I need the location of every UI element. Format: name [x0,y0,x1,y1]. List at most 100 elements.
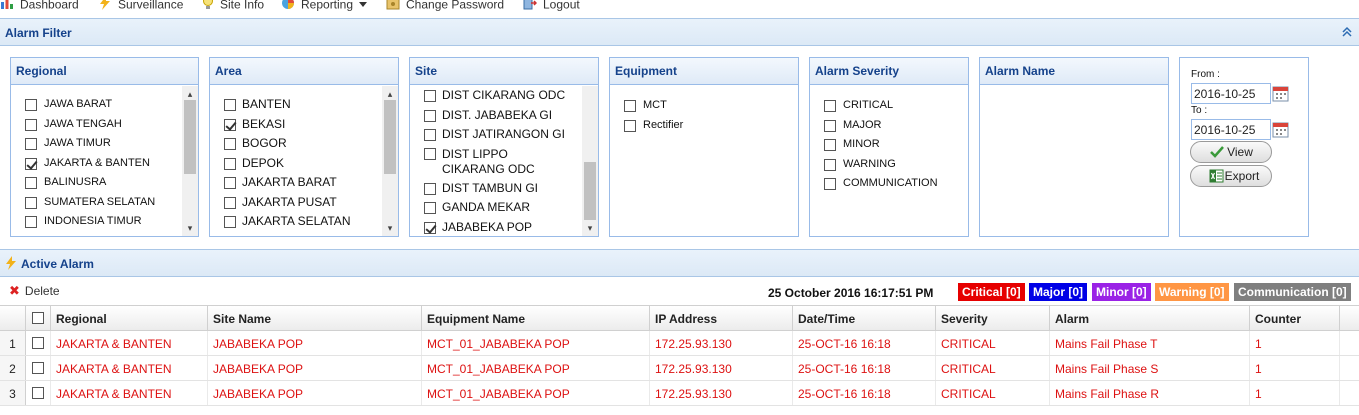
severity-checkbox[interactable] [824,100,836,112]
site-option[interactable]: DIST. JABABEKA GI [410,106,598,126]
area-option[interactable]: BANTEN [210,95,398,115]
site-option[interactable]: DIST CIKARANG ODC [410,86,598,106]
scroll-down-icon[interactable]: ▾ [186,224,194,233]
severity-option[interactable]: COMMUNICATION [810,174,968,194]
calendar-icon[interactable] [1272,121,1289,138]
nav-logout[interactable]: Logout [523,0,580,12]
equipment-checkbox[interactable] [624,119,636,132]
site-list[interactable]: DIST CIKARANG ODC DIST. JABABEKA GI DIST J… [410,86,598,236]
nav-site-info[interactable]: Site Info [202,0,264,12]
nav-surveillance[interactable]: Surveillance [98,0,183,12]
site-checkbox[interactable] [424,90,436,102]
area-checkbox[interactable] [224,138,236,150]
area-checkbox[interactable] [224,118,236,131]
from-date-input[interactable]: 2016-10-25 [1191,83,1271,104]
regional-checkbox[interactable] [25,157,37,170]
site-option[interactable]: DIST JATIRANGON GI [410,125,598,145]
site-checkbox[interactable] [424,109,436,122]
severity-option[interactable]: CRITICAL [810,96,968,116]
scroll-thumb[interactable] [184,100,196,174]
site-checkbox[interactable] [424,202,436,214]
area-checkbox[interactable] [224,216,236,228]
scroll-up-icon[interactable]: ▴ [386,90,394,99]
export-button[interactable]: Export [1190,165,1272,187]
site-option[interactable]: DIST TAMBUN GI [410,179,598,199]
row-select-checkbox[interactable] [32,362,44,374]
regional-option[interactable]: JAWA BARAT [11,95,198,115]
area-option[interactable]: BEKASI [210,115,398,135]
regional-scrollbar[interactable]: ▴ ▾ [182,86,198,236]
scroll-thumb[interactable] [384,100,396,174]
equipment-option[interactable]: Rectifier [610,116,798,136]
area-list[interactable]: BANTEN BEKASI BOGOR DEPOK JAKARTA BARAT JAKAR… [210,86,398,236]
equipment-list[interactable]: MCT Rectifier [610,86,798,236]
site-checkbox[interactable] [424,129,436,141]
regional-checkbox[interactable] [25,138,37,150]
to-date-input[interactable]: 2016-10-25 [1191,119,1271,140]
scroll-down-icon[interactable]: ▾ [386,224,394,233]
area-checkbox[interactable] [224,157,236,170]
area-option[interactable]: JAKARTA SELATAN [210,212,398,232]
row-select-checkbox[interactable] [32,337,44,349]
col-datetime-header[interactable]: Date/Time [793,306,936,331]
alarm-name-list[interactable] [980,86,1168,236]
regional-option[interactable]: SUMATERA SELATAN [11,193,198,213]
col-alarm-header[interactable]: Alarm [1050,306,1250,331]
nav-change-password[interactable]: Change Password [386,0,504,12]
view-button[interactable]: View [1190,141,1272,163]
regional-option[interactable]: JAKARTA & BANTEN [11,154,198,174]
col-counter-header[interactable]: Counter [1250,306,1340,331]
col-equipment-name-header[interactable]: Equipment Name [422,306,650,331]
calendar-icon[interactable] [1272,85,1289,102]
regional-checkbox[interactable] [25,99,37,111]
site-scrollbar[interactable]: ▾ [582,86,598,236]
col-severity-header[interactable]: Severity [936,306,1050,331]
collapse-chevron-icon[interactable] [1341,26,1353,38]
regional-option[interactable]: INDONESIA TIMUR [11,212,198,232]
regional-option[interactable]: BALINUSRA [11,173,198,193]
regional-list[interactable]: JAWA BARAT JAWA TENGAH JAWA TIMUR JAKARTA &… [11,86,198,236]
regional-checkbox[interactable] [25,118,37,131]
area-checkbox[interactable] [224,99,236,111]
regional-option[interactable]: JAWA TIMUR [11,134,198,154]
col-ip-address-header[interactable]: IP Address [650,306,793,331]
nav-dashboard[interactable]: Dashboard [0,0,79,12]
area-option[interactable]: BOGOR [210,134,398,154]
scroll-thumb[interactable] [584,162,596,220]
regional-option[interactable]: JAWA TENGAH [11,115,198,135]
site-option[interactable]: GANDA MEKAR [410,198,598,218]
severity-checkbox[interactable] [824,139,836,151]
severity-option[interactable]: WARNING [810,155,968,175]
site-option[interactable]: JABABEKA POP [410,218,598,237]
equipment-option[interactable]: MCT [610,96,798,116]
scroll-up-icon[interactable]: ▴ [186,90,194,99]
area-scrollbar[interactable]: ▴ ▾ [382,86,398,236]
area-option[interactable]: DEPOK [210,154,398,174]
regional-checkbox[interactable] [25,177,37,189]
col-regional-header[interactable]: Regional [51,306,208,331]
site-checkbox[interactable] [424,147,436,160]
col-site-name-header[interactable]: Site Name [208,306,422,331]
severity-checkbox[interactable] [824,119,836,132]
delete-button[interactable]: ✖ Delete [9,283,60,299]
scroll-down-icon[interactable]: ▾ [586,224,594,233]
severity-checkbox[interactable] [824,158,836,171]
row-select-checkbox[interactable] [32,387,44,399]
regional-checkbox[interactable] [25,216,37,228]
severity-option[interactable]: MINOR [810,135,968,155]
area-option[interactable]: JAKARTA PUSAT [210,193,398,213]
site-option[interactable]: DIST LIPPO CIKARANG ODC [410,145,570,179]
select-all-checkbox[interactable] [32,312,44,324]
nav-reporting[interactable]: Reporting [281,0,368,12]
severity-checkbox[interactable] [824,178,836,190]
area-checkbox[interactable] [224,196,236,209]
area-option[interactable]: JAKARTA BARAT [210,173,398,193]
regional-checkbox[interactable] [25,196,37,209]
table-row[interactable]: 1 JAKARTA & BANTEN JABABEKA POP MCT_01_JABA… [0,331,1359,356]
site-checkbox[interactable] [424,182,436,195]
table-row[interactable]: 2 JAKARTA & BANTEN JABABEKA POP MCT_01_JABA… [0,356,1359,381]
area-checkbox[interactable] [224,177,236,189]
table-row[interactable]: 3 JAKARTA & BANTEN JABABEKA POP MCT_01_JABA… [0,381,1359,406]
site-checkbox[interactable] [424,221,436,234]
severity-list[interactable]: CRITICAL MAJOR MINOR WARNING COMMUNICATION [810,86,968,236]
